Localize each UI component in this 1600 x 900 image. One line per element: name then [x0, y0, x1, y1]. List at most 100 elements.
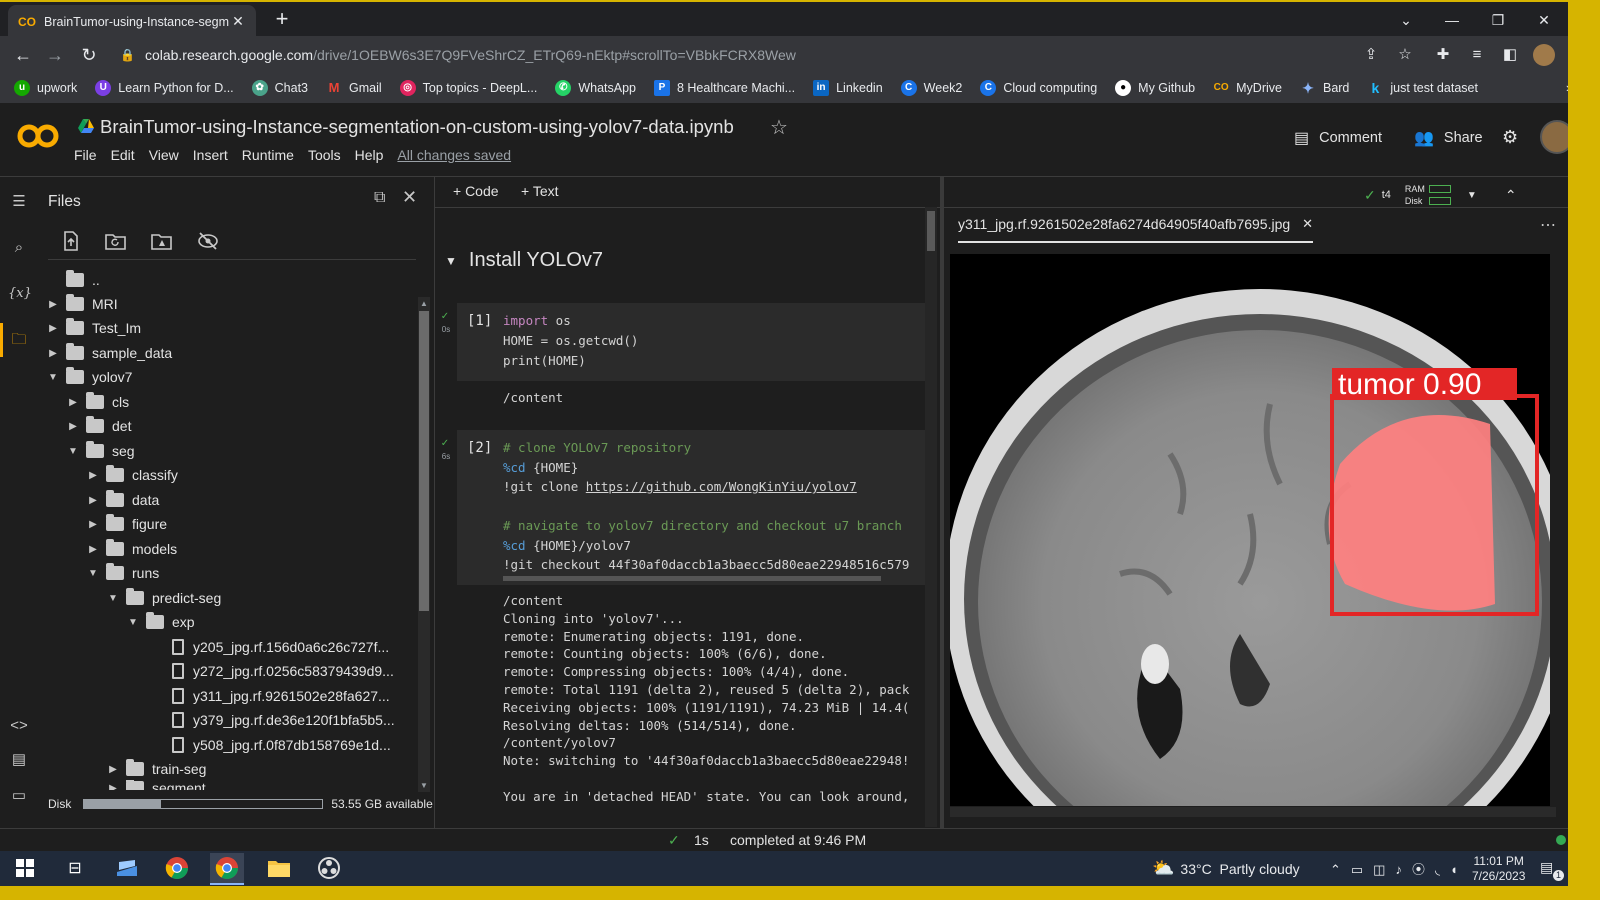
runtime-status[interactable]: ✓ t4 RAM Disk ▼ ⌃ — [1364, 183, 1517, 207]
bookmark-cloud-computing[interactable]: C Cloud computing — [980, 80, 1097, 96]
caret-right-icon[interactable]: ▶ — [46, 323, 60, 334]
caret-right-icon[interactable]: ▶ — [86, 544, 100, 555]
table-of-contents-icon[interactable]: ☰ — [8, 191, 30, 213]
tree-item-parent[interactable]: .. — [66, 268, 100, 292]
menu-tools[interactable]: Tools — [308, 147, 341, 163]
tree-item-train-seg[interactable]: ▶ train-seg — [106, 757, 206, 781]
system-tray-icons[interactable]: ⌃▭◫♪⦿◟◖ — [1330, 851, 1468, 886]
tree-item-figure[interactable]: ▶ figure — [86, 512, 167, 536]
scrollbar-thumb[interactable] — [419, 311, 429, 611]
search-icon[interactable]: ⌕ — [8, 237, 30, 259]
tree-item-models[interactable]: ▶ models — [86, 537, 177, 561]
menu-view[interactable]: View — [149, 147, 179, 163]
share-page-icon[interactable]: ⇪ — [1360, 44, 1382, 66]
tree-item-runs[interactable]: ▼ runs — [86, 561, 159, 585]
minimize-icon[interactable]: — — [1432, 8, 1472, 32]
tree-item-data[interactable]: ▶ data — [86, 488, 159, 512]
code-editor[interactable]: # clone YOLOv7 repository %cd {HOME} !gi… — [503, 438, 909, 575]
folder-icon[interactable]: 🗀 — [8, 329, 30, 351]
caret-right-icon[interactable]: ▶ — [46, 348, 60, 359]
command-palette-icon[interactable]: ▤ — [8, 749, 30, 771]
menu-insert[interactable]: Insert — [193, 147, 228, 163]
save-status[interactable]: All changes saved — [397, 147, 511, 163]
bookmark-upwork[interactable]: u upwork — [14, 80, 77, 96]
bookmark-bard[interactable]: ✦ Bard — [1300, 80, 1349, 96]
close-tab-icon[interactable]: ✕ — [1302, 216, 1313, 232]
task-view-icon[interactable]: ⊟ — [58, 853, 92, 883]
media-icon[interactable]: ≡ — [1466, 44, 1488, 66]
bookmark-learn-python[interactable]: U Learn Python for D... — [95, 80, 234, 96]
bookmark-my-github[interactable]: ● My Github — [1115, 80, 1195, 96]
files-scrollbar[interactable]: ▲ ▼ — [418, 297, 430, 792]
collapse-caret-icon[interactable]: ▼ — [445, 254, 457, 268]
bookmark-star-icon[interactable]: ☆ — [1394, 44, 1416, 66]
tree-item-det[interactable]: ▶ det — [66, 414, 131, 438]
menu-help[interactable]: Help — [355, 147, 384, 163]
notebook-scrollbar[interactable] — [925, 207, 937, 827]
tree-item-file[interactable]: y379_jpg.rf.de36e120f1bfa5b5... — [172, 708, 395, 732]
clock[interactable]: 11:01 PM 7/26/2023 — [1472, 854, 1525, 884]
scroll-up-icon[interactable]: ▲ — [420, 299, 428, 308]
tree-item-predict-seg[interactable]: ▼ predict-seg — [106, 586, 221, 610]
tree-item-file[interactable]: y311_jpg.rf.9261502e28fa627... — [172, 684, 390, 708]
caret-right-icon[interactable]: ▶ — [66, 421, 80, 432]
runtime-dropdown-icon[interactable]: ▼ — [1467, 190, 1477, 201]
notebook-title[interactable]: BrainTumor-using-Instance-segmentation-o… — [100, 116, 734, 138]
obs-icon[interactable] — [312, 853, 346, 883]
bookmark-just-test-dataset[interactable]: k just test dataset — [1367, 80, 1477, 96]
app-icon[interactable] — [110, 853, 144, 883]
browser-tab[interactable]: CO BrainTumor-using-Instance-segm ✕ — [8, 5, 256, 38]
add-code-button[interactable]: + Code — [453, 183, 499, 199]
forward-icon[interactable]: → — [44, 44, 66, 66]
tree-item-cls[interactable]: ▶ cls — [66, 390, 129, 414]
chrome-icon[interactable] — [160, 853, 194, 883]
bookmark-whatsapp[interactable]: ✆ WhatsApp — [555, 80, 636, 96]
caret-right-icon[interactable]: ▶ — [86, 519, 100, 530]
notifications-icon[interactable]: ▤ 1 — [1540, 859, 1564, 881]
code-editor[interactable]: import os HOME = os.getcwd() print(HOME) — [503, 311, 638, 371]
collapse-header-icon[interactable]: ⌃ — [1505, 187, 1517, 204]
bookmark-mydrive[interactable]: CO MyDrive — [1213, 80, 1282, 96]
url-field[interactable]: 🔒 colab.research.google.com/drive/1OEBW6… — [120, 40, 1330, 69]
caret-down-icon[interactable]: ▼ — [126, 617, 140, 628]
side-panel-icon[interactable]: ◧ — [1499, 44, 1521, 66]
new-tab-button[interactable]: + — [270, 8, 294, 32]
bookmark-healthcare[interactable]: P 8 Healthcare Machi... — [653, 80, 795, 96]
add-text-button[interactable]: + Text — [521, 183, 559, 199]
caret-down-icon[interactable]: ▼ — [66, 446, 80, 457]
caret-right-icon[interactable]: ▶ — [106, 764, 120, 775]
caret-right-icon[interactable]: ▶ — [86, 495, 100, 506]
caret-right-icon[interactable]: ▶ — [66, 397, 80, 408]
profile-avatar[interactable] — [1533, 44, 1555, 66]
bookmark-week2[interactable]: C Week2 — [900, 80, 962, 96]
tab-search-icon[interactable]: ⌄ — [1386, 8, 1426, 32]
weather-widget[interactable]: ⛅ 33°C Partly cloudy — [1152, 851, 1300, 886]
tree-item-exp[interactable]: ▼ exp — [126, 610, 195, 634]
variables-icon[interactable]: {x} — [8, 283, 32, 305]
tree-item-file[interactable]: y205_jpg.rf.156d0a6c26c727f... — [172, 635, 389, 659]
tree-item-file[interactable]: y508_jpg.rf.0f87db158769e1d... — [172, 733, 391, 757]
caret-right-icon[interactable]: ▶ — [86, 470, 100, 481]
window-close-icon[interactable]: ✕ — [1524, 8, 1564, 32]
scroll-down-icon[interactable]: ▼ — [420, 781, 428, 790]
share-button[interactable]: 👥 Share — [1414, 125, 1483, 151]
caret-down-icon[interactable]: ▼ — [106, 593, 120, 604]
tree-item-seg[interactable]: ▼ seg — [66, 439, 135, 463]
image-file-tab[interactable]: y311_jpg.rf.9261502e28fa6274d64905f40afb… — [958, 207, 1314, 243]
windows-start-icon[interactable] — [8, 853, 42, 883]
mount-drive-icon[interactable] — [150, 230, 176, 254]
bookmark-chat3[interactable]: ✿ Chat3 — [251, 80, 308, 96]
bookmark-gmail[interactable]: M Gmail — [326, 80, 382, 96]
code-cell[interactable]: [1] import os HOME = os.getcwd() print(H… — [457, 303, 925, 381]
code-hscroll[interactable] — [503, 576, 881, 581]
viewer-hscroll[interactable] — [950, 807, 1556, 817]
tree-item-mri[interactable]: ▶ MRI — [46, 292, 118, 316]
settings-gear-icon[interactable]: ⚙ — [1502, 127, 1518, 148]
menu-edit[interactable]: Edit — [111, 147, 135, 163]
code-cell[interactable]: [2] # clone YOLOv7 repository %cd {HOME}… — [457, 430, 925, 585]
caret-down-icon[interactable]: ▼ — [46, 372, 60, 383]
star-icon[interactable]: ☆ — [770, 115, 788, 140]
refresh-folder-icon[interactable] — [104, 230, 130, 254]
bookmark-linkedin[interactable]: in Linkedin — [813, 80, 883, 96]
file-explorer-icon[interactable] — [262, 853, 296, 883]
